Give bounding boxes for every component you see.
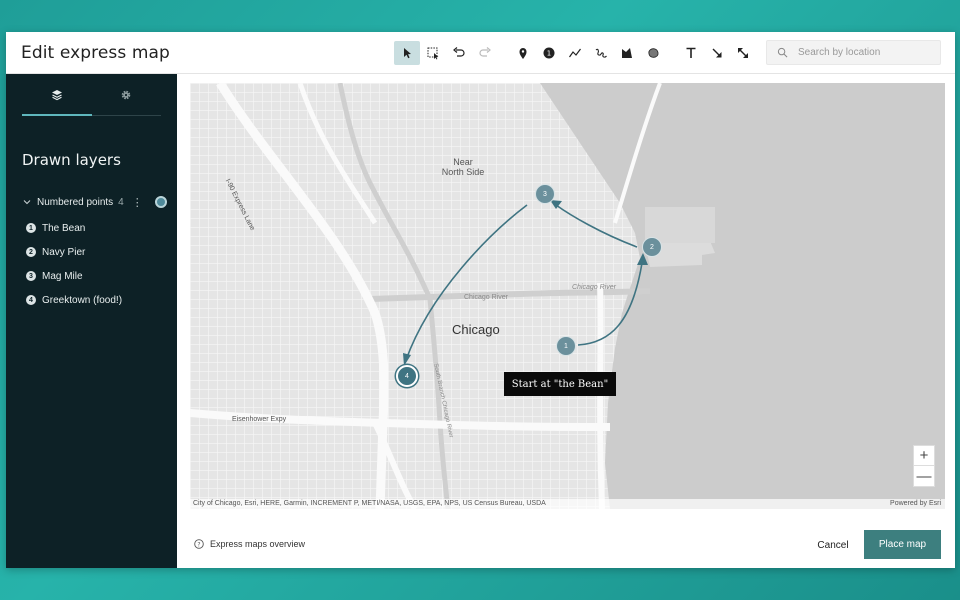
search-input[interactable] [798, 47, 928, 58]
undo-icon [453, 47, 465, 57]
drawn-layers-title: Drawn layers [22, 151, 121, 169]
number-badge: 2 [26, 247, 36, 257]
text-tool-button[interactable] [678, 41, 704, 65]
group-label: Numbered points [37, 196, 114, 208]
map-label-chicago: Chicago [452, 322, 500, 337]
map-attribution: City of Chicago, Esri, HERE, Garmin, INC… [190, 499, 945, 509]
list-item[interactable]: 1 The Bean [26, 220, 85, 236]
zoom-in-button[interactable]: + [914, 446, 934, 466]
area-tool-button[interactable] [614, 41, 640, 65]
number-badge: 1 [26, 223, 36, 233]
redo-button[interactable] [472, 41, 498, 65]
list-item-label: Mag Mile [42, 270, 83, 282]
location-search[interactable] [766, 40, 941, 65]
polygon-icon [622, 48, 632, 58]
numbered-point-2[interactable]: 2 [642, 237, 662, 257]
double-arrow-tool-button[interactable] [730, 41, 756, 65]
freehand-icon [595, 48, 607, 58]
zoom-out-button[interactable]: — [914, 466, 934, 486]
map-view[interactable]: Near North Side Chicago I-90 Express Lan… [190, 83, 945, 509]
zoom-control: + — [913, 445, 935, 487]
chevron-down-icon[interactable] [22, 197, 32, 207]
list-item-label: Navy Pier [42, 246, 86, 258]
map-label-eisenhower: Eisenhower Expy [232, 416, 287, 423]
undo-button[interactable] [446, 41, 472, 65]
list-item-label: The Bean [42, 222, 86, 234]
layer-color-swatch[interactable] [155, 196, 167, 208]
map-label-near-north: Near North Side [441, 157, 485, 177]
express-maps-overview-link[interactable]: ? Express maps overview [194, 539, 305, 549]
numbered-point-1[interactable]: 1 [556, 336, 576, 356]
cursor-icon [404, 48, 411, 59]
attribution-text: City of Chicago, Esri, HERE, Garmin, INC… [193, 500, 546, 507]
numbered-points-group[interactable]: Numbered points 4 ⋮ [22, 192, 167, 212]
polyline-icon [569, 48, 581, 58]
svg-text:1: 1 [547, 50, 551, 58]
redo-icon [479, 47, 491, 57]
map-label-river: Chicago River [464, 294, 508, 301]
line-tool-button[interactable] [562, 41, 588, 65]
svg-text:?: ? [197, 541, 200, 548]
map-pin-icon [519, 48, 527, 59]
sidebar: Drawn layers Numbered points 4 ⋮ 1 The B… [6, 74, 177, 568]
sidebar-tabs [22, 74, 161, 116]
double-arrow-icon [738, 48, 748, 58]
map-basemap [190, 83, 945, 509]
tab-layers[interactable] [22, 74, 92, 116]
numbered-point-4[interactable]: 4 [396, 365, 418, 387]
group-count: 4 [118, 196, 124, 208]
layers-icon [51, 89, 62, 100]
place-map-button[interactable]: Place map [864, 530, 941, 559]
number-badge: 3 [26, 271, 36, 281]
gear-icon [121, 90, 131, 99]
numbered-point-3[interactable]: 3 [535, 184, 555, 204]
express-map-window: Edit express map 1 Search by location Dr… [6, 32, 955, 568]
number-badge: 4 [26, 295, 36, 305]
map-label-river-2: Chicago River [572, 284, 616, 291]
freehand-area-icon [648, 48, 659, 58]
marquee-select-button[interactable] [420, 41, 446, 65]
blob-tool-button[interactable] [640, 41, 666, 65]
drawing-toolbar: 1 [394, 41, 756, 65]
point-tooltip: Start at "the Bean" [504, 372, 616, 396]
numbered-point-button[interactable]: 1 [536, 41, 562, 65]
list-item[interactable]: 4 Greektown (food!) [26, 292, 122, 308]
list-item[interactable]: 3 Mag Mile [26, 268, 83, 284]
tab-settings[interactable] [92, 74, 162, 115]
cancel-button[interactable]: Cancel [806, 535, 860, 555]
list-item[interactable]: 2 Navy Pier [26, 244, 85, 260]
more-options-icon[interactable]: ⋮ [132, 196, 143, 209]
search-icon [777, 47, 788, 58]
pin-tool-button[interactable] [510, 41, 536, 65]
arrow-icon [712, 48, 722, 58]
page-title: Edit express map [21, 43, 170, 63]
list-item-label: Greektown (food!) [42, 294, 123, 306]
header: Edit express map 1 [6, 32, 955, 74]
numbered-point-icon: 1 [543, 47, 555, 59]
powered-by-esri[interactable]: Powered by Esri [890, 499, 941, 509]
marquee-select-icon [427, 47, 439, 60]
select-tool-button[interactable] [394, 41, 420, 65]
freehand-tool-button[interactable] [588, 41, 614, 65]
help-icon: ? [194, 539, 204, 549]
text-icon [686, 47, 696, 58]
arrow-tool-button[interactable] [704, 41, 730, 65]
overview-label: Express maps overview [210, 539, 306, 549]
